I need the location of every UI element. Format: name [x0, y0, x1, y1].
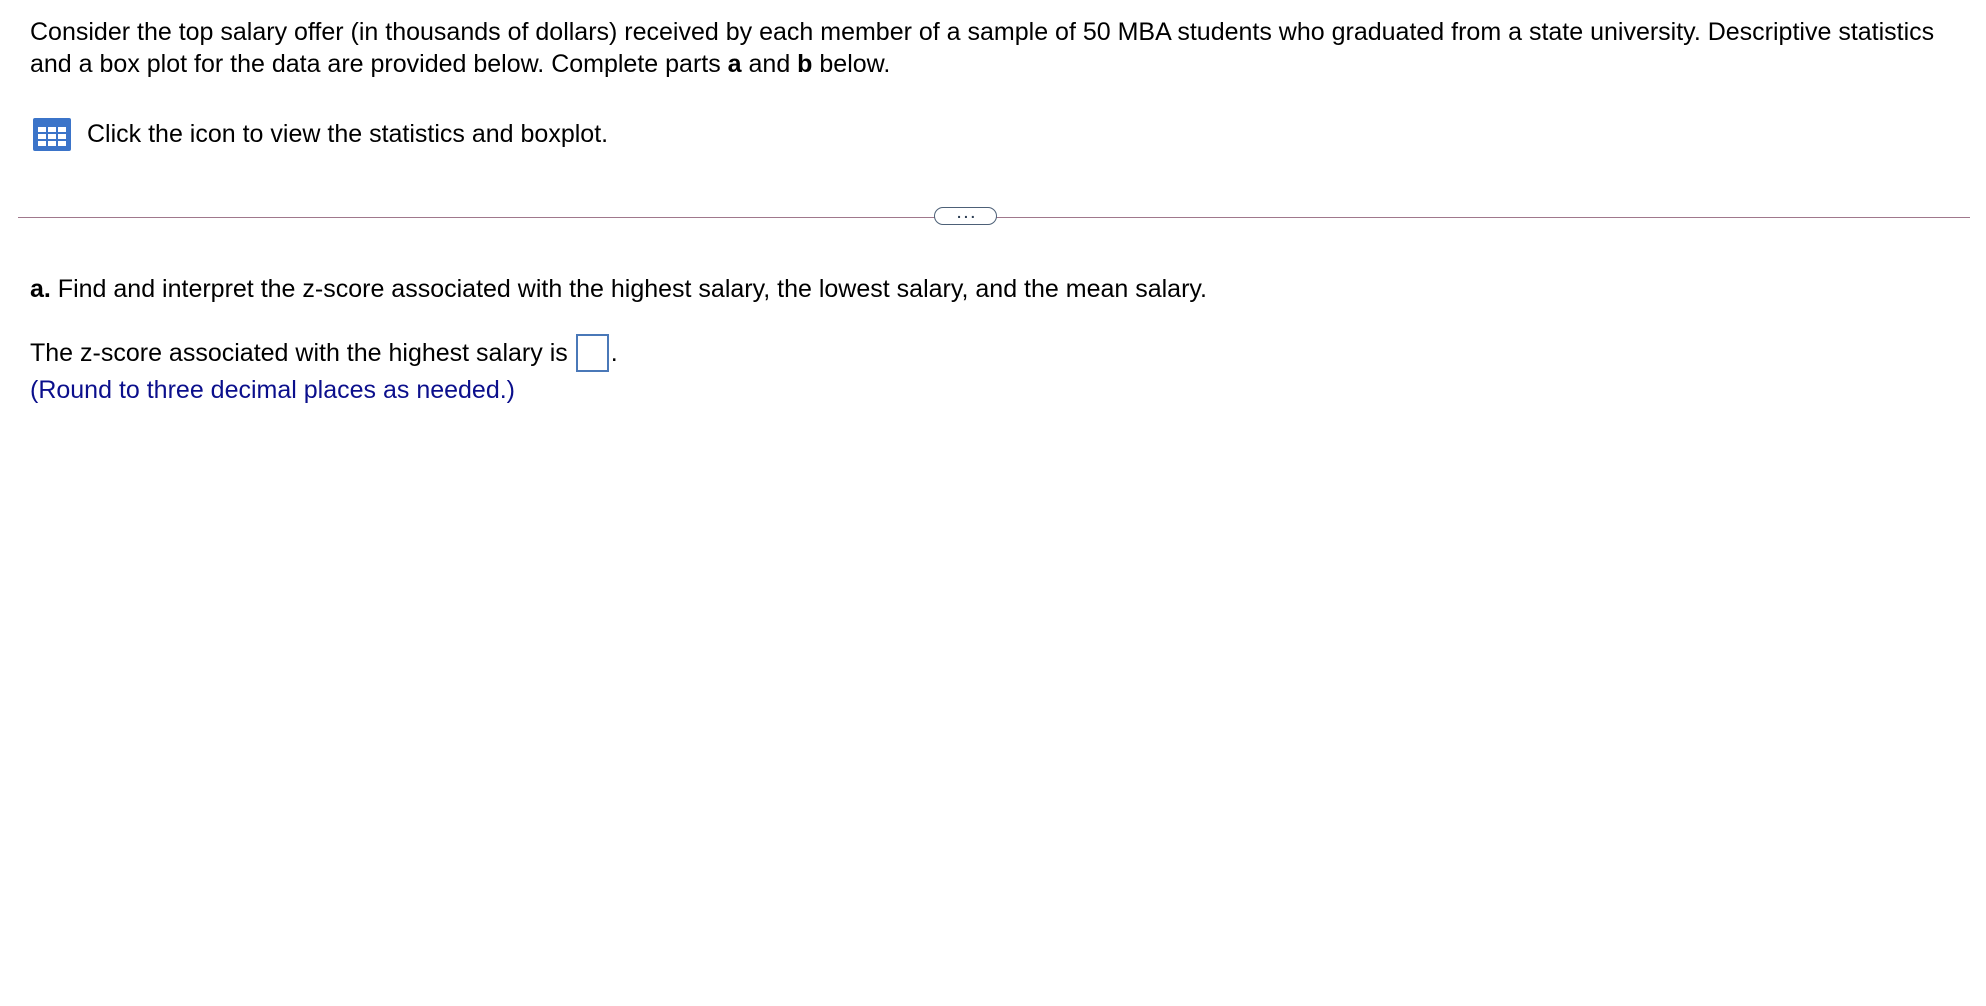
data-link-text: Click the icon to view the statistics an…: [87, 120, 609, 148]
answer-period: .: [610, 339, 618, 367]
part-a-question: a. Find and interpret the z-score associ…: [30, 273, 1207, 305]
answer-row: The z-score associated with the highest …: [30, 334, 618, 372]
question-part-a-ref: a: [727, 50, 742, 78]
question-and-text: and: [741, 50, 798, 78]
question-part-b-ref: b: [797, 50, 813, 78]
part-a-label: a.: [30, 275, 51, 303]
z-score-highest-input[interactable]: [575, 334, 609, 372]
expand-button-label: ...: [957, 205, 978, 221]
table-grid-icon[interactable]: [33, 117, 71, 151]
question-text: Consider the top salary offer (in thousa…: [30, 16, 1960, 80]
data-link-row: Click the icon to view the statistics an…: [33, 117, 608, 151]
answer-prompt: The z-score associated with the highest …: [30, 339, 568, 367]
part-a-text: Find and interpret the z-score associate…: [50, 275, 1207, 303]
question-intro-text: Consider the top salary offer (in thousa…: [30, 18, 1935, 78]
question-end-text: below.: [812, 50, 891, 78]
expand-button[interactable]: ...: [934, 205, 997, 225]
rounding-hint: (Round to three decimal places as needed…: [30, 376, 516, 404]
